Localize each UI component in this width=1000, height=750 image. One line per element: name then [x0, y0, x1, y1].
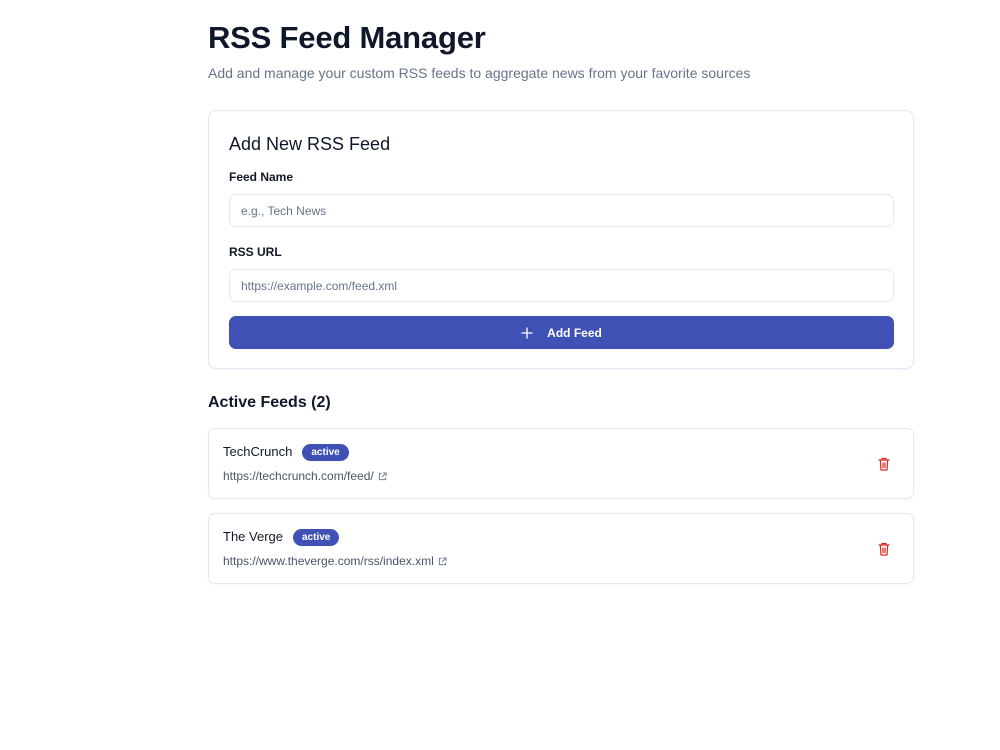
active-feeds-title: Active Feeds (2): [208, 394, 331, 411]
plus-icon: [521, 326, 533, 339]
page-subtitle: Add and manage your custom RSS feeds to …: [208, 65, 751, 81]
rss-url-label: RSS URL: [229, 245, 282, 259]
feed-list: TechCrunch active https://techcrunch.com…: [208, 428, 914, 584]
feed-name: TechCrunch: [223, 444, 293, 459]
feed-name-label: Feed Name: [229, 170, 294, 184]
add-feed-title: Add New RSS Feed: [229, 134, 391, 154]
status-badge: active: [293, 528, 340, 546]
status-badge: active: [302, 443, 349, 461]
add-feed-button[interactable]: Add Feed: [229, 316, 894, 349]
external-link-icon[interactable]: [378, 471, 387, 481]
feed-item: The Verge active https://www.theverge.co…: [208, 513, 914, 584]
external-link-icon[interactable]: [438, 556, 447, 566]
feed-item: TechCrunch active https://techcrunch.com…: [208, 428, 914, 499]
rss-url-input[interactable]: [229, 269, 894, 302]
add-feed-button-label: Add Feed: [547, 325, 602, 340]
delete-feed-button[interactable]: [877, 541, 891, 557]
add-feed-card: Add New RSS Feed Feed Name RSS URL Add F…: [208, 110, 914, 369]
feed-url-link[interactable]: https://techcrunch.com/feed/: [223, 469, 374, 483]
trash-icon: [878, 542, 890, 556]
page-title: RSS Feed Manager: [208, 20, 486, 55]
feed-name: The Verge: [223, 529, 283, 544]
feed-url-link[interactable]: https://www.theverge.com/rss/index.xml: [223, 554, 434, 568]
rss-feed-manager-page: RSS Feed Manager Add and manage your cus…: [208, 0, 914, 598]
trash-icon: [878, 457, 890, 471]
feed-name-input[interactable]: [229, 194, 894, 227]
delete-feed-button[interactable]: [877, 456, 891, 472]
